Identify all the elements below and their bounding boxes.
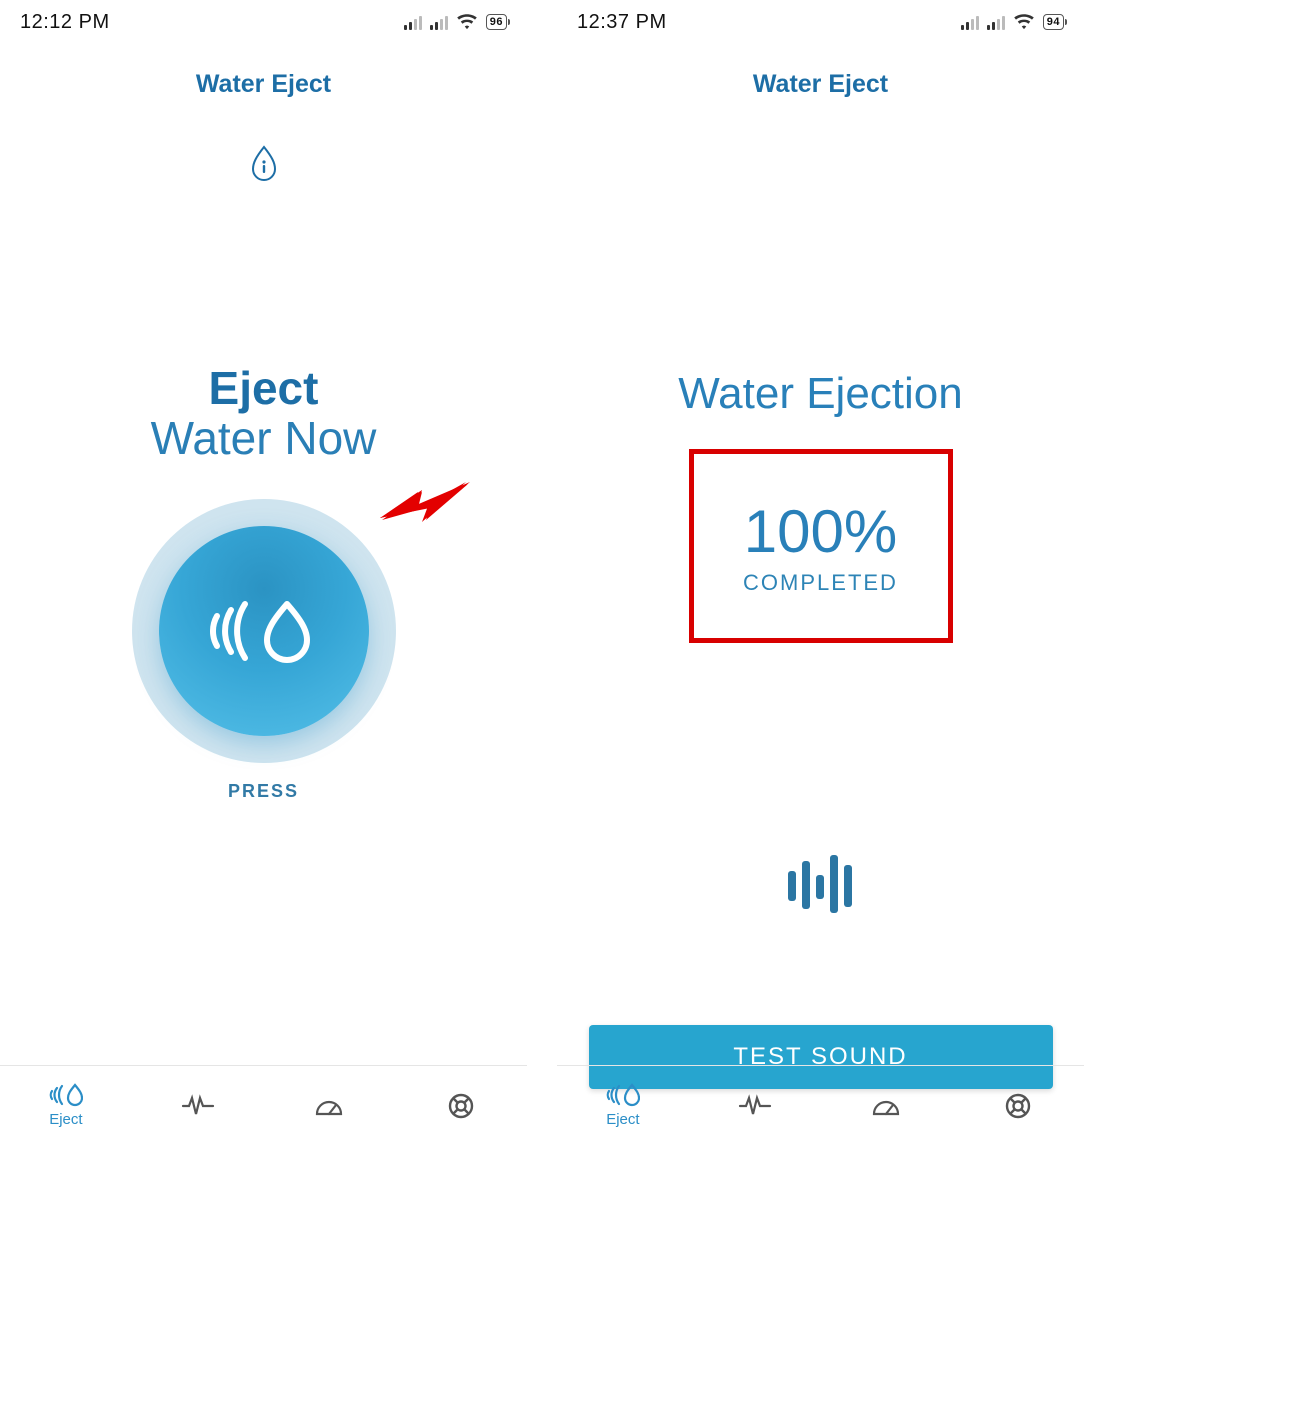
- screen-eject-ready: 12:12 PM 96 Water Eject Eject Water Now: [0, 0, 527, 1145]
- heading-line1: Eject: [0, 361, 527, 415]
- wifi-icon: [456, 14, 478, 30]
- tab-meter[interactable]: [821, 1066, 953, 1145]
- result-heading: Water Ejection: [557, 369, 1084, 419]
- page-title: Water Eject: [0, 70, 527, 99]
- signal-2-icon: [430, 14, 448, 30]
- signal-1-icon: [961, 14, 979, 30]
- lifebuoy-icon: [447, 1092, 475, 1120]
- waveform-icon: [181, 1094, 215, 1118]
- eject-button-ring: [132, 499, 396, 763]
- app-header: Water Eject: [0, 44, 527, 99]
- sound-drop-icon: [49, 1083, 83, 1107]
- sound-drop-icon: [209, 596, 319, 666]
- clock: 12:37 PM: [577, 11, 667, 34]
- app-header: Water Eject: [557, 44, 1084, 99]
- status-bar: 12:37 PM 94: [557, 0, 1084, 44]
- sound-drop-icon: [606, 1083, 640, 1107]
- tab-help[interactable]: [952, 1066, 1084, 1145]
- signal-1-icon: [404, 14, 422, 30]
- annotation-highlight-box: 100% COMPLETED: [689, 449, 953, 643]
- tab-label: Eject: [606, 1111, 639, 1128]
- main-heading: Eject Water Now: [0, 361, 527, 465]
- equalizer-icon: [557, 853, 1084, 915]
- tab-eject[interactable]: Eject: [0, 1066, 132, 1145]
- lifebuoy-icon: [1004, 1092, 1032, 1120]
- status-bar: 12:12 PM 96: [0, 0, 527, 44]
- page-title: Water Eject: [557, 70, 1084, 99]
- gauge-icon: [871, 1094, 901, 1118]
- clock: 12:12 PM: [20, 11, 110, 34]
- screen-eject-complete: 12:37 PM 94 Water Eject Water Ejection 1…: [557, 0, 1084, 1145]
- signal-2-icon: [987, 14, 1005, 30]
- tab-bar: Eject: [557, 1065, 1084, 1145]
- tab-eject[interactable]: Eject: [557, 1066, 689, 1145]
- tab-bar: Eject: [0, 1065, 527, 1145]
- gauge-icon: [314, 1094, 344, 1118]
- info-drop-icon[interactable]: [0, 145, 527, 181]
- tab-meter[interactable]: [264, 1066, 396, 1145]
- eject-button[interactable]: [159, 526, 369, 736]
- tab-help[interactable]: [395, 1066, 527, 1145]
- tab-stereo[interactable]: [132, 1066, 264, 1145]
- waveform-icon: [738, 1094, 772, 1118]
- battery-icon: 96: [486, 14, 507, 30]
- wifi-icon: [1013, 14, 1035, 30]
- tab-stereo[interactable]: [689, 1066, 821, 1145]
- progress-status: COMPLETED: [743, 570, 898, 596]
- heading-line2: Water Now: [0, 411, 527, 465]
- status-icons: 94: [961, 14, 1064, 30]
- press-label: PRESS: [228, 781, 299, 802]
- status-icons: 96: [404, 14, 507, 30]
- battery-icon: 94: [1043, 14, 1064, 30]
- progress-percent: 100%: [744, 497, 897, 566]
- tab-label: Eject: [49, 1111, 82, 1128]
